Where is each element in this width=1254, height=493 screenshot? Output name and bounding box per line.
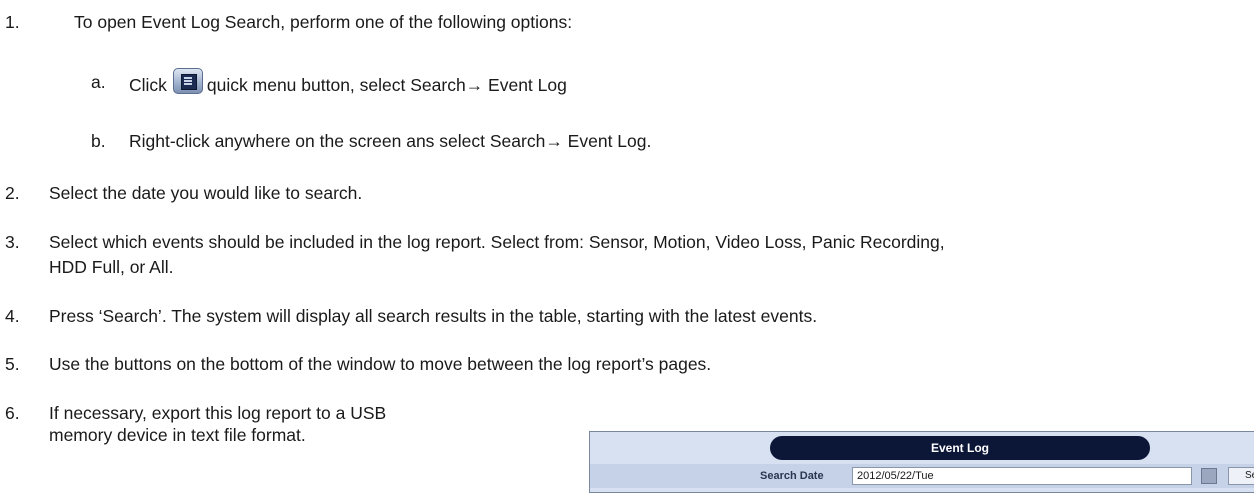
step-text-line-1: If necessary, export this log report to … <box>49 403 387 423</box>
step-number: 6. <box>5 403 20 423</box>
step-number: 1. <box>5 12 20 32</box>
substep-text: Click quick menu button, select Search→ E… <box>129 68 567 96</box>
event-log-window: Event Log Search Date 2012/05/22/Tue Sea <box>589 431 1254 493</box>
step-text-line-1: Select which events should be included i… <box>49 232 945 252</box>
step-text: Use the buttons on the bottom of the win… <box>49 354 712 374</box>
search-date-label: Search Date <box>760 470 824 482</box>
substep-text: Right-click anywhere on the screen ans s… <box>129 131 652 151</box>
quick-menu-icon[interactable] <box>172 68 203 94</box>
step-text: Select the date you would like to search… <box>49 183 363 203</box>
calendar-icon[interactable] <box>1201 468 1217 484</box>
substep-number: b. <box>91 131 106 151</box>
search-button[interactable]: Sea <box>1228 467 1254 485</box>
step-text-line-2: HDD Full, or All. <box>49 257 174 277</box>
search-date-row: Search Date 2012/05/22/Tue Sea <box>590 464 1254 488</box>
step-number: 4. <box>5 306 20 326</box>
event-log-title: Event Log <box>770 436 1150 460</box>
step-text-line-2: memory device in text file format. <box>49 425 306 445</box>
step-text: To open Event Log Search, perform one of… <box>74 12 573 32</box>
substep-number: a. <box>91 72 106 92</box>
search-date-field[interactable]: 2012/05/22/Tue <box>852 467 1192 485</box>
step-number: 3. <box>5 232 20 252</box>
step-number: 5. <box>5 354 20 374</box>
step-text: Press ‘Search’. The system will display … <box>49 306 818 326</box>
step-number: 2. <box>5 183 20 203</box>
